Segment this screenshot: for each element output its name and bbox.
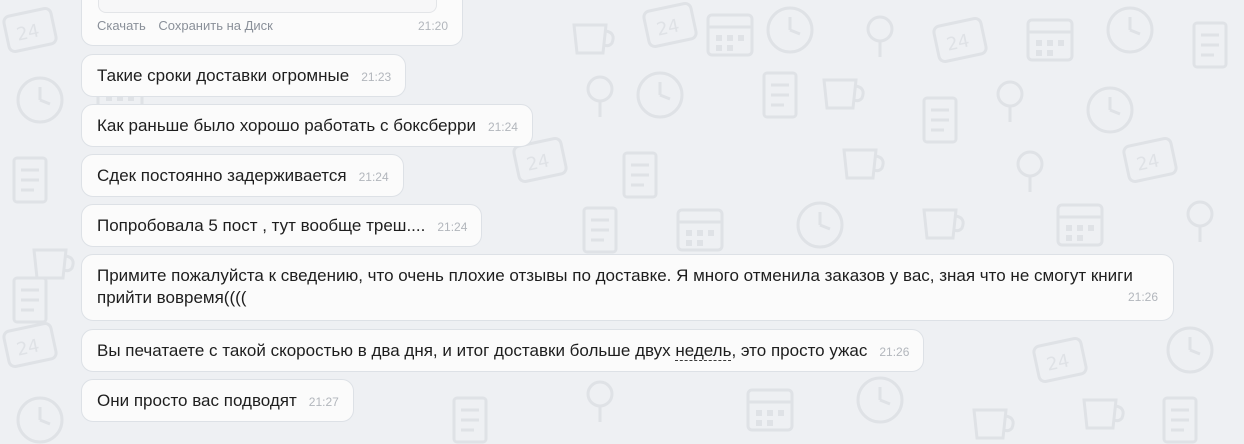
message-text: Сдек постоянно задерживается <box>97 166 347 185</box>
message-bubble[interactable]: Примите пожалуйста к сведению, что очень… <box>81 254 1174 321</box>
save-to-disk-link[interactable]: Сохранить на Диск <box>158 18 273 33</box>
message-text-part: Вы печатаете с такой скоростью в два дня… <box>97 341 676 360</box>
message-text: Как раньше было хорошо работать с боксбе… <box>97 116 476 135</box>
message-time: 21:20 <box>417 19 448 33</box>
message-time: 21:27 <box>308 395 339 409</box>
message-time: 21:23 <box>361 70 392 84</box>
message-bubble[interactable]: Как раньше было хорошо работать с боксбе… <box>81 104 533 147</box>
chat-messages: Скачать Сохранить на Диск 21:20 Такие ср… <box>0 0 1244 444</box>
message-bubble[interactable]: Сдек постоянно задерживается 21:24 <box>81 154 404 197</box>
spellcheck-underlined-word[interactable]: недель <box>675 341 732 361</box>
message-text: Они просто вас подводят <box>97 391 297 410</box>
message-text: Такие сроки доставки огромные <box>97 66 350 85</box>
file-actions: Скачать Сохранить на Диск <box>97 18 282 33</box>
message-time: 21:24 <box>487 120 518 134</box>
message-bubble[interactable]: Попробовала 5 пост , тут вообще треш....… <box>81 204 483 247</box>
message-time: 21:26 <box>879 345 910 359</box>
file-message[interactable]: Скачать Сохранить на Диск 21:20 <box>81 0 463 46</box>
message-time: 21:26 <box>1127 290 1158 304</box>
message-text: Примите пожалуйста к сведению, что очень… <box>97 266 1133 307</box>
download-link[interactable]: Скачать <box>97 18 146 33</box>
message-bubble[interactable]: Такие сроки доставки огромные 21:23 <box>81 54 407 97</box>
message-time: 21:24 <box>358 170 389 184</box>
file-preview[interactable] <box>98 0 437 13</box>
message-time: 21:24 <box>437 220 468 234</box>
message-text-part: , это просто ужас <box>731 341 868 360</box>
message-bubble[interactable]: Вы печатаете с такой скоростью в два дня… <box>81 329 925 372</box>
message-text: Попробовала 5 пост , тут вообще треш.... <box>97 216 426 235</box>
message-bubble[interactable]: Они просто вас подводят 21:27 <box>81 379 354 422</box>
